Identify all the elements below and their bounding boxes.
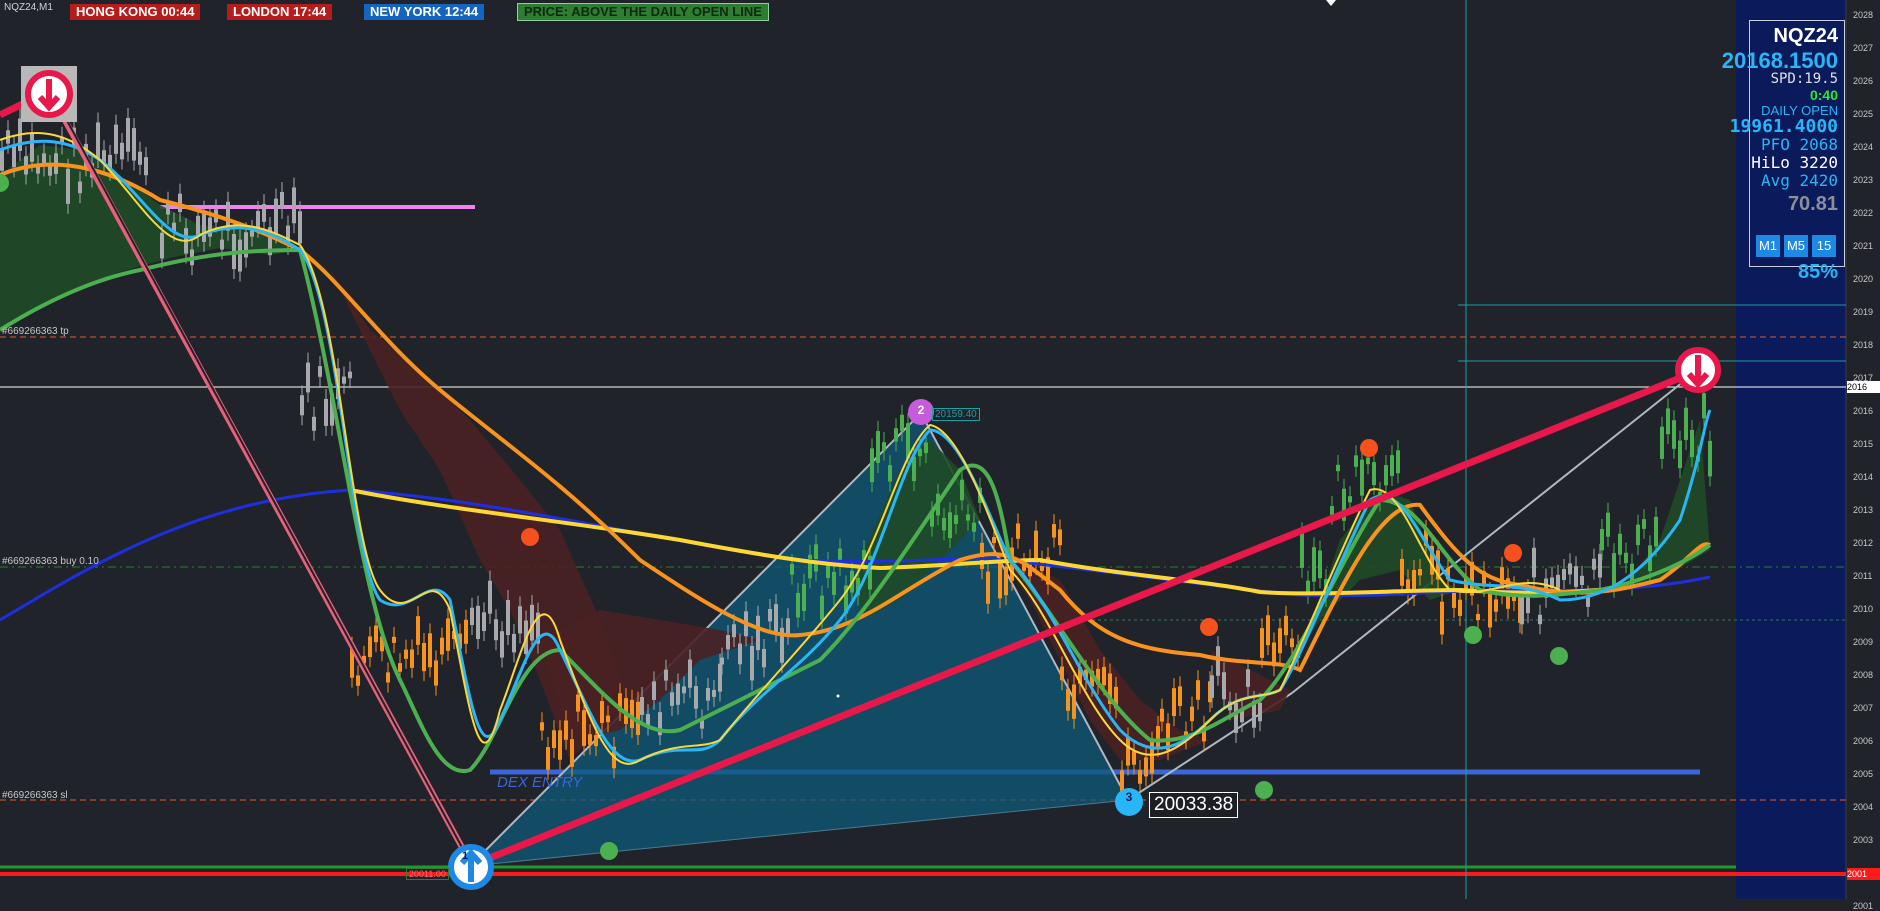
panel-percent: 85% xyxy=(1797,261,1838,283)
price-axis-tick: 2023 xyxy=(1853,175,1874,185)
price-axis-tick: 2020 xyxy=(1853,274,1874,284)
panel-avg: Avg 2420 xyxy=(1760,171,1838,190)
price-axis-tick: 2004 xyxy=(1853,802,1874,812)
price-axis-tick: 2019 xyxy=(1853,307,1874,317)
down-arrow-circle-icon[interactable] xyxy=(21,66,77,122)
wave-label-1: 1 xyxy=(462,850,469,862)
buy-order-label: #669266363 buy 0.10 xyxy=(2,556,99,567)
timeframe-15-button[interactable]: 15 xyxy=(1812,235,1836,257)
price-axis-tick: 2011 xyxy=(1853,571,1873,581)
price-axis-tick: 2024 xyxy=(1853,142,1874,152)
chart-canvas[interactable] xyxy=(0,0,1880,899)
price-axis-tick: 2010 xyxy=(1853,604,1874,614)
timeframe-m1-button[interactable]: M1 xyxy=(1756,235,1780,257)
price-axis-tick: 2022 xyxy=(1853,208,1874,218)
price-callout: 20033.38 xyxy=(1149,792,1239,818)
panel-pfo: PFO 2068 xyxy=(1760,135,1838,154)
entry-label: DEX ENTRY xyxy=(497,774,583,791)
price-axis-tick: 2013 xyxy=(1853,505,1874,515)
chart-symbol-label: NQZ24,M1 xyxy=(4,2,53,13)
price-axis-tick: 2021 xyxy=(1853,241,1874,251)
tp-order-label: #669266363 tp xyxy=(2,326,69,337)
wave-label-2: 2 xyxy=(908,399,934,425)
low-price-tag: 2001 xyxy=(1847,868,1880,880)
info-panel: NQZ24 20168.1500 SPD:19.5 0:40 DAILY OPE… xyxy=(1722,20,1845,283)
price-axis-tick: 2018 xyxy=(1853,340,1874,350)
down-arrow-circle-icon[interactable] xyxy=(1673,345,1723,395)
session-badge-new-york: NEW YORK 12:44 xyxy=(364,4,485,20)
price-axis-tick: 2016 xyxy=(1853,406,1874,416)
price-axis-tick: 2007 xyxy=(1853,703,1874,713)
wave-label-3: 3 xyxy=(1115,788,1143,816)
price-axis-tick: 2001 xyxy=(1853,901,1874,911)
panel-daily-open-value: 19961.4000 xyxy=(1729,116,1838,137)
session-badge-hong-kong: HONG KONG 00:44 xyxy=(70,4,201,20)
panel-hilo: HiLo 3220 xyxy=(1751,153,1838,172)
session-badge-london: LONDON 17:44 xyxy=(227,4,333,20)
price-axis-tick: 2009 xyxy=(1853,637,1874,647)
price-axis-tick: 2026 xyxy=(1853,76,1874,86)
price-axis-tick: 2025 xyxy=(1853,109,1874,119)
sl-order-label: #669266363 sl xyxy=(2,790,68,801)
panel-spread: SPD:19.5 xyxy=(1770,71,1838,87)
price-tag-high: 20159.40 xyxy=(932,408,980,421)
panel-rsi: 70.81 xyxy=(1787,193,1838,215)
price-axis-tick: 2008 xyxy=(1853,670,1874,680)
price-axis[interactable]: 2028 2027 2026 2025 2024 2023 2022 2021 2020 2019… xyxy=(1847,0,1880,911)
panel-countdown: 0:40 xyxy=(1809,87,1838,103)
price-axis-tick: 2015 xyxy=(1853,439,1874,449)
price-axis-tick: 2005 xyxy=(1853,769,1874,779)
timeframe-m5-button[interactable]: M5 xyxy=(1784,235,1808,257)
price-tag-low: 20011.00 xyxy=(406,868,449,880)
price-status-badge: PRICE: ABOVE THE DAILY OPEN LINE xyxy=(517,3,769,21)
price-axis-tick: 2028 xyxy=(1853,10,1874,20)
price-axis-tick: 2014 xyxy=(1853,472,1874,482)
current-price-tag: 2016 xyxy=(1847,381,1880,393)
price-axis-tick: 2003 xyxy=(1853,835,1874,845)
panel-symbol: NQZ24 xyxy=(1773,25,1838,47)
chevron-down-icon[interactable] xyxy=(1326,0,1336,6)
up-arrow-circle-icon[interactable] xyxy=(446,842,496,892)
price-axis-tick: 2012 xyxy=(1853,538,1874,548)
price-axis-tick: 2027 xyxy=(1853,43,1874,53)
price-axis-tick: 2006 xyxy=(1853,736,1874,746)
